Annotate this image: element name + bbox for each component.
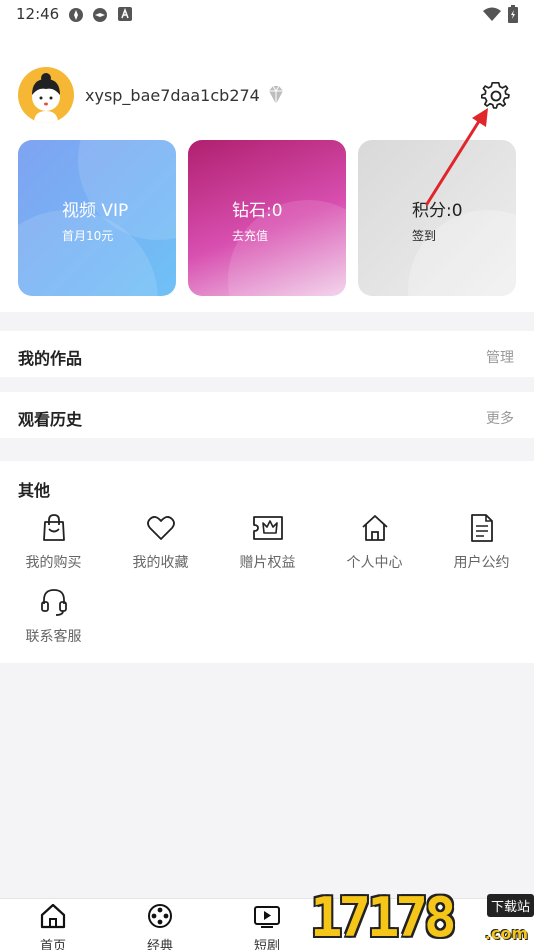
other-heading: 其他 <box>18 481 51 500</box>
gift-rights-item[interactable]: 赠片权益 <box>214 513 321 572</box>
my-purchases-item[interactable]: 我的购买 <box>0 513 107 572</box>
my-favorites-label: 我的收藏 <box>132 555 189 571</box>
more-link[interactable]: 更多 <box>486 408 514 428</box>
tab-classic-label: 经典 <box>146 939 173 950</box>
watch-history-label: 观看历史 <box>18 410 83 429</box>
film-reel-icon <box>148 904 172 928</box>
watermark-suffix: .com <box>484 924 528 943</box>
tv-play-icon <box>254 906 280 928</box>
user-agreement-label: 用户公约 <box>453 555 510 571</box>
watermark-number: 17178 <box>310 886 457 949</box>
home-icon <box>361 515 388 541</box>
gift-rights-label: 赠片权益 <box>239 555 296 571</box>
annotation-arrow <box>425 108 488 206</box>
manage-link[interactable]: 管理 <box>486 347 514 367</box>
tab-home-label: 首页 <box>39 939 66 950</box>
heart-icon <box>146 516 175 540</box>
tab-short-drama-label: 短剧 <box>253 939 280 950</box>
personal-center-label: 个人中心 <box>346 555 403 571</box>
my-purchases-label: 我的购买 <box>25 555 82 571</box>
headset-icon <box>40 589 67 616</box>
my-works-row[interactable]: 我的作品 管理 <box>0 331 534 377</box>
crown-ticket-icon <box>252 516 283 540</box>
my-works-label: 我的作品 <box>18 349 83 368</box>
customer-service-label: 联系客服 <box>25 629 82 645</box>
watermark-logo: 17178 下载站 .com <box>310 886 534 950</box>
tab-home[interactable]: 首页 <box>23 903 83 950</box>
watermark-tag: 下载站 <box>486 894 534 917</box>
document-icon <box>470 514 493 542</box>
tab-classic[interactable]: 经典 <box>130 903 190 950</box>
user-agreement-item[interactable]: 用户公约 <box>428 513 534 572</box>
customer-service-item[interactable]: 联系客服 <box>0 587 107 646</box>
watch-history-row[interactable]: 观看历史 更多 <box>0 392 534 438</box>
tab-short-drama[interactable]: 短剧 <box>237 903 297 950</box>
personal-center-item[interactable]: 个人中心 <box>321 513 428 572</box>
other-section: 其他 我的购买 我的收藏 赠片权益 个人中心 用户公约 联系客服 <box>0 461 534 663</box>
shopping-bag-icon <box>42 514 65 541</box>
my-favorites-item[interactable]: 我的收藏 <box>107 513 214 572</box>
home-tab-icon <box>40 903 66 929</box>
